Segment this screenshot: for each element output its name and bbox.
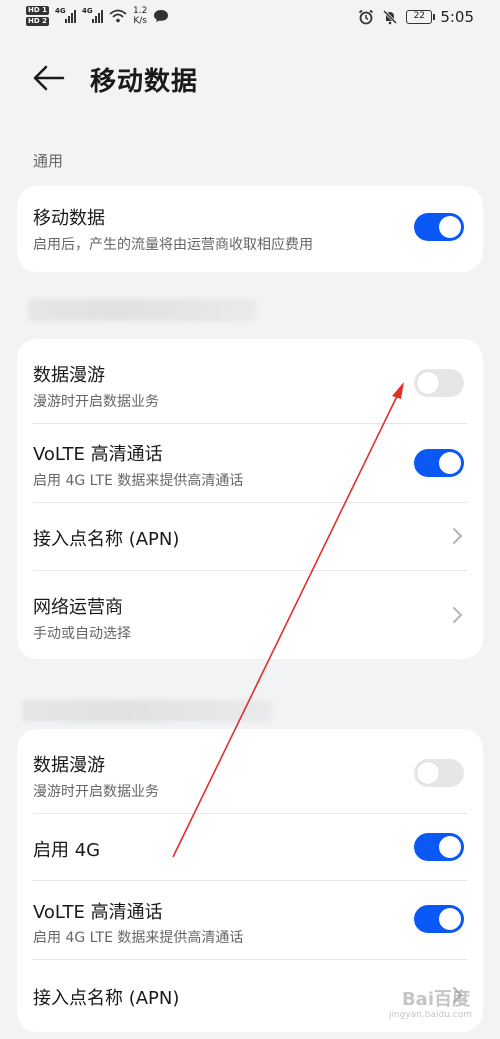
speed-value: 1.2 [132,6,148,16]
net1-label: 4G [54,7,66,15]
page-header: 移动数据 [0,55,500,103]
mobile-data-toggle[interactable] [414,213,464,241]
row-title: 移动数据 [33,208,105,229]
row-mobile-data[interactable]: 移动数据 启用后，产生的流量将由运营商收取相应费用 [17,186,483,272]
row-title: 网络运营商 [33,597,123,618]
row-apn[interactable]: 接入点名称 (APN) [17,503,483,570]
row-data-roaming-2[interactable]: 数据漫游 漫游时开启数据业务 [17,729,483,813]
row-title: 启用 4G [33,840,101,861]
chevron-right-icon [453,607,463,623]
row-volte-2[interactable]: VoLTE 高清通话 启用 4G LTE 数据来提供高清通话 [17,881,483,959]
enable-4g-toggle[interactable] [414,833,464,861]
card-sim1: 数据漫游 漫游时开启数据业务 VoLTE 高清通话 启用 4G LTE 数据来提… [17,339,483,659]
row-title: 接入点名称 (APN) [33,529,180,550]
row-data-roaming[interactable]: 数据漫游 漫游时开启数据业务 [17,339,483,423]
row-subtitle: 漫游时开启数据业务 [33,784,159,800]
row-title: VoLTE 高清通话 [33,444,163,465]
section-label-sim1 [28,299,256,321]
status-bar: HD 1 HD 2 4G 4G 1.2 K/s 22 5:05 [0,0,500,38]
row-enable-4g[interactable]: 启用 4G [17,814,483,880]
row-title: 数据漫游 [33,755,105,776]
signal-icon: 4G [54,7,76,23]
speed-unit: K/s [133,16,147,26]
hd1-badge: HD 1 [26,6,49,15]
status-right: 22 5:05 [358,8,474,26]
message-icon [154,10,169,22]
watermark-text: Bai百度 [401,989,470,1010]
watermark-url: jingyan.baidu.com [388,1010,472,1020]
chevron-right-icon [453,528,463,544]
network-speed: 1.2 K/s [133,6,147,26]
row-title: VoLTE 高清通话 [33,902,163,923]
alarm-icon [359,9,374,25]
row-subtitle: 手动或自动选择 [33,626,131,642]
row-subtitle: 启用后，产生的流量将由运营商收取相应费用 [33,237,313,253]
row-title: 数据漫游 [33,365,105,386]
volte-toggle[interactable] [414,449,464,477]
net2-label: 4G [81,7,93,15]
battery-level: 22 [413,11,426,21]
battery-icon: 22 [406,10,436,24]
clock: 5:05 [440,8,474,26]
row-subtitle: 漫游时开启数据业务 [33,394,159,410]
row-volte[interactable]: VoLTE 高清通话 启用 4G LTE 数据来提供高清通话 [17,424,483,502]
mute-icon [383,9,398,25]
hd2-badge: HD 2 [26,17,49,26]
status-left: HD 1 HD 2 4G 4G 1.2 K/s [26,6,169,26]
hd-indicators: HD 1 HD 2 [26,6,49,26]
page-title: 移动数据 [90,67,199,97]
data-roaming-toggle-2[interactable] [414,759,464,787]
arrow-left-icon[interactable] [30,63,66,93]
section-label-sim2 [22,700,272,722]
signal-icon-2: 4G [81,7,103,23]
data-roaming-toggle[interactable] [414,369,464,397]
row-subtitle: 启用 4G LTE 数据来提供高清通话 [33,473,244,489]
row-network-operator[interactable]: 网络运营商 手动或自动选择 [17,571,483,659]
wifi-icon [109,9,127,23]
card-mobile-data: 移动数据 启用后，产生的流量将由运营商收取相应费用 [17,186,483,272]
volte-toggle-2[interactable] [414,905,464,933]
section-label-general: 通用 [33,152,64,170]
row-subtitle: 启用 4G LTE 数据来提供高清通话 [33,930,244,946]
watermark-logo: Bai百度 [402,985,470,1011]
row-title: 接入点名称 (APN) [33,988,180,1009]
